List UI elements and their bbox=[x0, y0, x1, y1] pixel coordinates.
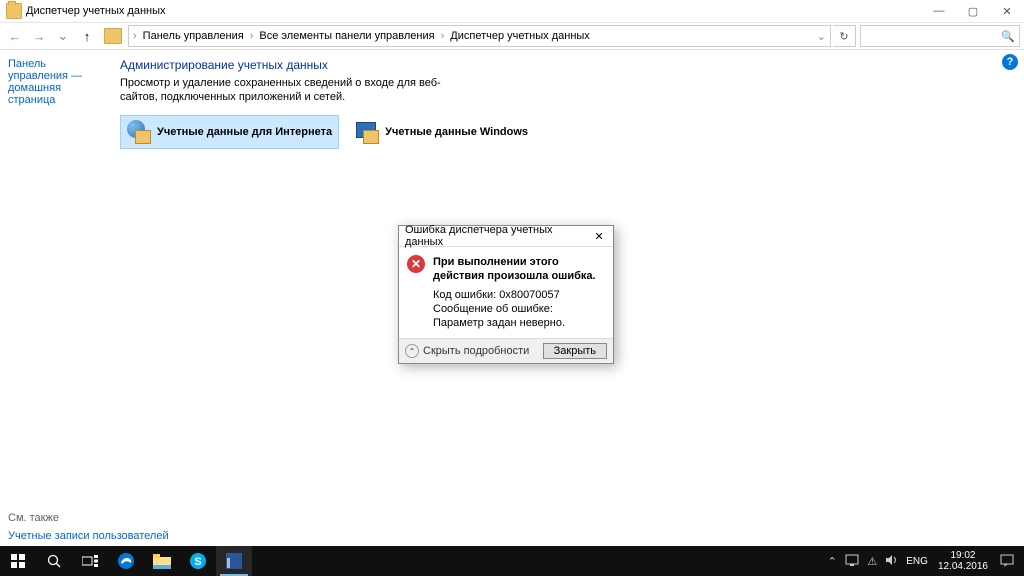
web-credentials-icon bbox=[127, 120, 151, 144]
up-button[interactable]: ↑ bbox=[76, 25, 98, 47]
clock[interactable]: 19:02 12.04.2016 bbox=[932, 550, 994, 572]
task-view-button[interactable] bbox=[72, 546, 108, 576]
skype-taskbar-icon[interactable]: S bbox=[180, 546, 216, 576]
page-description: Просмотр и удаление сохраненных сведений… bbox=[120, 76, 460, 105]
action-warning-icon[interactable]: ⚠ bbox=[862, 555, 882, 568]
control-panel-home-link[interactable]: Панель управления — домашняя страница bbox=[8, 58, 108, 106]
page-heading: Администрирование учетных данных bbox=[120, 58, 1024, 72]
clock-date: 12.04.2016 bbox=[938, 561, 988, 572]
breadcrumb-dropdown-icon[interactable]: ⌄ bbox=[815, 30, 828, 43]
breadcrumb-sep: › bbox=[131, 30, 139, 42]
dialog-footer: ⌃ Скрыть подробности Закрыть bbox=[399, 338, 613, 363]
clock-time: 19:02 bbox=[938, 550, 988, 561]
close-button[interactable]: ✕ bbox=[990, 0, 1024, 22]
dialog-close-x[interactable]: ✕ bbox=[591, 228, 607, 244]
web-credentials-label: Учетные данные для Интернета bbox=[157, 126, 332, 138]
window-controls: — ▢ ✕ bbox=[922, 0, 1024, 22]
window-titlebar: Диспетчер учетных данных — ▢ ✕ bbox=[0, 0, 1024, 23]
error-icon: ✕ bbox=[407, 255, 425, 273]
hide-details-label: Скрыть подробности bbox=[423, 345, 529, 357]
active-app-taskbar-icon[interactable] bbox=[216, 546, 252, 576]
start-button[interactable] bbox=[0, 546, 36, 576]
web-credentials-tile[interactable]: Учетные данные для Интернета bbox=[120, 115, 339, 149]
window-title: Диспетчер учетных данных bbox=[26, 5, 166, 17]
dialog-title: Ошибка диспетчера учетных данных bbox=[405, 224, 591, 248]
volume-icon[interactable] bbox=[882, 554, 902, 569]
error-line2: Код ошибки: 0x80070057 bbox=[433, 288, 605, 302]
breadcrumb-item[interactable]: Все элементы панели управления bbox=[255, 30, 438, 42]
dialog-body: ✕ При выполнении этого действия произошл… bbox=[399, 247, 613, 338]
search-icon: 🔍 bbox=[1001, 30, 1015, 43]
folder-icon bbox=[6, 3, 22, 19]
breadcrumb-item[interactable]: Панель управления bbox=[139, 30, 248, 42]
chevron-up-icon: ⌃ bbox=[405, 344, 419, 358]
edge-taskbar-icon[interactable] bbox=[108, 546, 144, 576]
see-also-label: См. также bbox=[8, 512, 169, 524]
taskbar: S ⌃ ⚠ ENG 19:02 12.04.2016 bbox=[0, 546, 1024, 576]
breadcrumb-item[interactable]: Диспетчер учетных данных bbox=[446, 30, 594, 42]
notifications-button[interactable] bbox=[994, 546, 1020, 576]
path-folder-icon bbox=[104, 28, 122, 44]
system-tray: ⌃ ⚠ ENG 19:02 12.04.2016 bbox=[822, 546, 1024, 576]
maximize-button[interactable]: ▢ bbox=[956, 0, 990, 22]
nav-toolbar: ← → ⌄ ↑ › Панель управления › Все элемен… bbox=[0, 23, 1024, 50]
windows-credentials-tile[interactable]: Учетные данные Windows bbox=[349, 115, 534, 149]
error-line3: Сообщение об ошибке: Параметр задан неве… bbox=[433, 302, 605, 331]
windows-credentials-label: Учетные данные Windows bbox=[385, 126, 528, 138]
recent-dropdown[interactable]: ⌄ bbox=[52, 25, 74, 47]
help-button[interactable]: ? bbox=[1002, 54, 1018, 70]
svg-text:S: S bbox=[194, 556, 201, 568]
breadcrumb-sep: › bbox=[248, 30, 256, 42]
search-button[interactable] bbox=[36, 546, 72, 576]
language-indicator[interactable]: ENG bbox=[902, 556, 932, 567]
search-input[interactable]: 🔍 bbox=[860, 25, 1020, 47]
address-bar[interactable]: › Панель управления › Все элементы панел… bbox=[128, 25, 831, 47]
refresh-button[interactable]: ↻ bbox=[833, 25, 856, 47]
tray-overflow-icon[interactable]: ⌃ bbox=[822, 555, 842, 568]
breadcrumb-sep: › bbox=[439, 30, 447, 42]
back-button[interactable]: ← bbox=[4, 25, 26, 47]
windows-credentials-icon bbox=[355, 120, 379, 144]
dialog-close-button[interactable]: Закрыть bbox=[543, 343, 607, 359]
hide-details-button[interactable]: ⌃ Скрыть подробности bbox=[405, 344, 529, 358]
forward-button[interactable]: → bbox=[28, 25, 50, 47]
file-explorer-taskbar-icon[interactable] bbox=[144, 546, 180, 576]
credential-tiles: Учетные данные для Интернета Учетные дан… bbox=[120, 115, 1024, 149]
sidebar: Панель управления — домашняя страница См… bbox=[0, 50, 116, 548]
minimize-button[interactable]: — bbox=[922, 0, 956, 22]
user-accounts-link[interactable]: Учетные записи пользователей bbox=[8, 530, 169, 542]
network-icon[interactable] bbox=[842, 554, 862, 569]
dialog-titlebar[interactable]: Ошибка диспетчера учетных данных ✕ bbox=[399, 226, 613, 247]
error-text: При выполнении этого действия произошла … bbox=[433, 255, 605, 330]
error-line1: При выполнении этого действия произошла … bbox=[433, 255, 605, 284]
error-dialog: Ошибка диспетчера учетных данных ✕ ✕ При… bbox=[398, 225, 614, 364]
sidebar-bottom: См. также Учетные записи пользователей bbox=[8, 512, 169, 542]
